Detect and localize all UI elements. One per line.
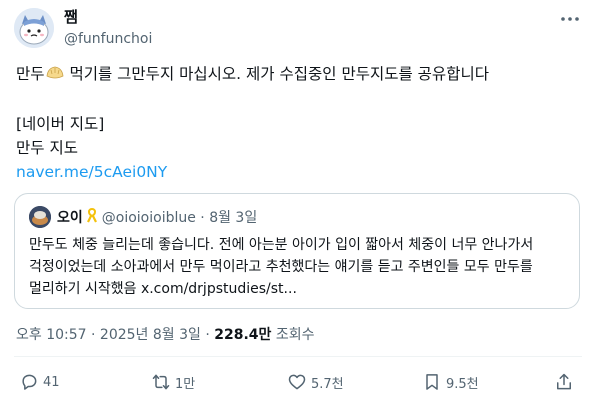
tweet-line-1-start: 만두 — [16, 65, 45, 83]
share-icon — [557, 373, 571, 390]
view-count: 228.4만 — [214, 327, 272, 343]
quoted-tweet-header: 오이 @oioioioiblue · 8월 3일 — [29, 206, 257, 228]
quoted-tweet[interactable]: 오이 @oioioioiblue · 8월 3일 만두도 체중 늘리는데 좋습니… — [14, 193, 580, 309]
retweet-icon — [152, 374, 170, 390]
quoted-tweet-text: 만두도 체중 늘리는데 좋습니다. 전에 아는분 아이가 입이 짧아서 체중이 … — [29, 234, 569, 300]
tweet-text: 만두 먹기를 그만두지 마십시오. 제가 수집중인 만두지도를 공유합니다 [네… — [16, 62, 576, 184]
quoted-avatar-icon — [29, 206, 51, 228]
reply-button[interactable]: 41 — [19, 372, 60, 392]
quoted-avatar[interactable] — [29, 206, 51, 228]
action-bar: 41 1만 5.7천 9.5천 — [0, 372, 595, 402]
quoted-line: 걱정이었는데 소아과에서 만두 먹이라고 추천했다는 얘기를 듣고 주변인들 모… — [29, 259, 533, 275]
bookmark-count: 9.5천 — [446, 376, 479, 392]
tweet-line-2: [네이버 지도] — [16, 115, 105, 133]
author-handle[interactable]: @funfunchoi — [64, 29, 152, 49]
tweet-line-1: 만두 먹기를 그만두지 마십시오. 제가 수집중인 만두지도를 공유합니다 — [16, 62, 576, 88]
timestamp[interactable]: 오후 10:57 · 2025년 8월 3일 · — [16, 327, 214, 343]
retweet-button[interactable]: 1만 — [151, 372, 195, 392]
bookmark-icon — [426, 374, 438, 390]
dumpling-emoji-icon — [46, 64, 64, 88]
author-display-name[interactable]: 쨈 — [64, 8, 152, 26]
share-button[interactable] — [554, 372, 578, 392]
more-horizontal-icon — [561, 17, 579, 21]
sad-cat-avatar-icon — [14, 8, 54, 48]
like-button[interactable]: 5.7천 — [287, 372, 344, 392]
bookmark-button[interactable]: 9.5천 — [422, 372, 479, 392]
views-label: 조회수 — [271, 327, 315, 343]
heart-icon — [288, 374, 306, 390]
quoted-author-name[interactable]: 오이 — [57, 207, 83, 227]
tweet-meta: 오후 10:57 · 2025년 8월 3일 · 228.4만 조회수 — [16, 324, 315, 344]
tweet-line-1-end: 먹기를 그만두지 마십시오. 제가 수집중인 만두지도를 공유합니다 — [64, 65, 489, 83]
reply-icon — [22, 374, 37, 390]
author-info: 쨈 @funfunchoi — [64, 8, 152, 49]
map-link[interactable]: naver.me/5cAei0NY — [16, 160, 576, 184]
quoted-line: 만두도 체중 늘리는데 좋습니다. 전에 아는분 아이가 입이 짧아서 체중이 … — [29, 237, 534, 253]
retweet-count: 1만 — [175, 376, 196, 392]
more-options-button[interactable] — [558, 10, 582, 28]
quoted-handle-date[interactable]: @oioioioiblue · 8월 3일 — [102, 207, 257, 227]
tweet-line-3: 만두 지도 — [16, 139, 78, 157]
like-count: 5.7천 — [311, 376, 344, 392]
reply-count: 41 — [43, 374, 60, 390]
author-avatar[interactable] — [14, 8, 54, 48]
yellow-ribbon-icon — [86, 207, 98, 227]
quoted-line: 멀리하기 시작했음 x.com/drjpstudies/st... — [29, 281, 297, 297]
divider — [14, 356, 582, 357]
